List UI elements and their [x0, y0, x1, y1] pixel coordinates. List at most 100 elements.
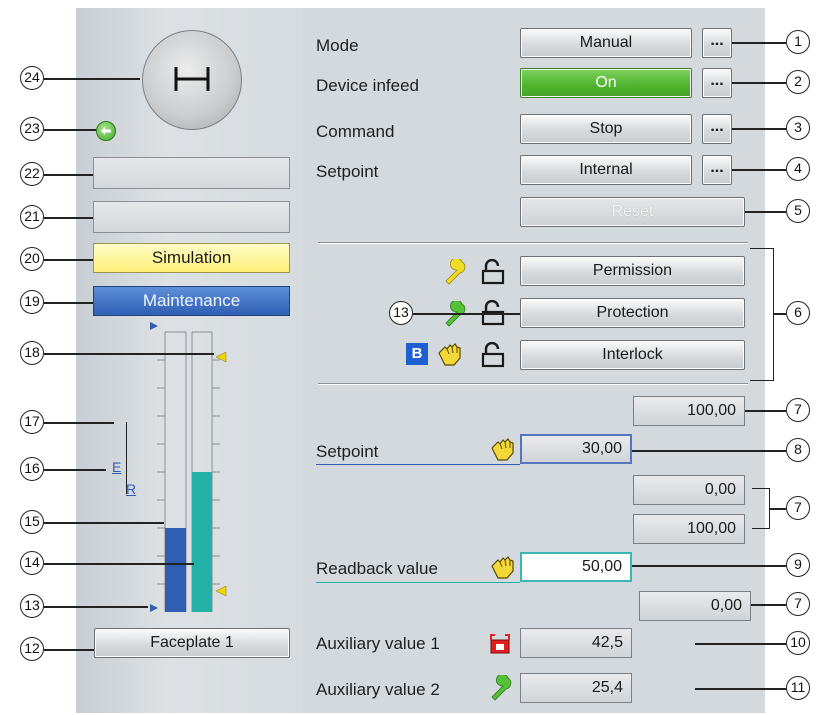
reset-button[interactable]: Reset	[520, 197, 745, 227]
callout-line	[44, 129, 96, 131]
command-label: Command	[316, 122, 395, 141]
callout-23: 23	[20, 117, 44, 141]
callout-line	[44, 174, 93, 176]
callout-line	[44, 217, 93, 219]
mode-more-button[interactable]: ...	[702, 28, 732, 58]
callout-line	[732, 82, 786, 84]
range-high-marker	[150, 322, 158, 330]
callout-7: 7	[786, 398, 810, 422]
callout-7: 7	[786, 496, 810, 520]
callout-11: 11	[786, 676, 810, 700]
callout-13: 13	[389, 301, 413, 325]
mode-label: Mode	[316, 36, 359, 55]
setpoint-input[interactable]: 30,00	[520, 434, 632, 464]
callout-line	[732, 128, 786, 130]
callout-line	[745, 410, 786, 412]
readback-high-limit: 100,00	[633, 514, 745, 544]
setpoint-label[interactable]: Setpoint	[316, 442, 378, 462]
callout-line	[732, 169, 786, 171]
readback-value-field[interactable]: 50,00	[520, 552, 632, 582]
callout-line	[44, 302, 93, 304]
callout-line	[44, 422, 114, 424]
callout-5: 5	[786, 199, 810, 223]
callout-line	[751, 604, 786, 606]
faceplate-1-button[interactable]: Faceplate 1	[94, 628, 290, 658]
aux-value-1-field: 42,5	[520, 628, 632, 658]
callout-22: 22	[20, 162, 44, 186]
setpoint-source-label: Setpoint	[316, 162, 379, 181]
limit-low-marker	[215, 585, 227, 597]
setpoint-source-more-button[interactable]: ...	[702, 155, 732, 185]
callout-6: 6	[786, 301, 810, 325]
divider-top	[318, 243, 748, 244]
callout-line	[632, 565, 786, 567]
callout-bracket-7	[752, 488, 770, 529]
manual-hand-icon	[491, 438, 514, 461]
maintenance-wrench-icon	[445, 259, 466, 285]
command-more-button[interactable]: ...	[702, 114, 732, 144]
callout-15: 15	[20, 510, 44, 534]
readback-low-limit: 0,00	[633, 475, 745, 505]
callout-line	[770, 508, 786, 510]
status-display-22	[93, 157, 290, 189]
lock-open-icon	[481, 342, 505, 368]
aux-value-2-label: Auxiliary value 2	[316, 680, 440, 699]
setpoint-source-button[interactable]: Internal	[520, 155, 692, 185]
range-low-marker	[150, 604, 158, 612]
callout-line	[44, 563, 194, 565]
tank-icon	[490, 634, 510, 654]
callout-13: 13	[20, 594, 44, 618]
manual-hand-icon	[438, 343, 461, 366]
setpoint-underline	[316, 464, 520, 465]
command-button[interactable]: Stop	[520, 114, 692, 144]
callout-line	[732, 42, 786, 44]
lock-open-icon	[481, 259, 505, 285]
callout-line	[44, 469, 106, 471]
setpoint-bar	[165, 528, 186, 612]
protection-button[interactable]: Protection	[520, 298, 745, 328]
callout-line	[44, 522, 164, 524]
bypass-badge: B	[406, 343, 428, 365]
link-status-icon[interactable]	[96, 121, 116, 141]
callout-line	[632, 450, 786, 452]
interlock-button[interactable]: Interlock	[520, 340, 745, 370]
device-state-button[interactable]	[142, 30, 242, 130]
maintenance-indicator[interactable]: Maintenance	[93, 286, 290, 316]
readback-bar	[192, 472, 212, 612]
mode-button[interactable]: Manual	[520, 28, 692, 58]
manual-hand-icon	[491, 556, 514, 579]
aux-value-1-label: Auxiliary value 1	[316, 634, 440, 653]
callout-9: 9	[786, 553, 810, 577]
callout-line	[413, 313, 520, 315]
callout-12: 12	[20, 637, 44, 661]
callout-14: 14	[20, 551, 44, 575]
callout-1: 1	[786, 30, 810, 54]
valve-stop-icon	[174, 67, 210, 91]
callout-line	[44, 78, 140, 80]
callout-line	[113, 422, 127, 494]
callout-line	[44, 606, 148, 608]
device-infeed-label: Device infeed	[316, 76, 420, 95]
callout-10: 10	[786, 631, 810, 655]
readback-underline	[316, 582, 520, 583]
bar-graph	[150, 322, 227, 612]
callout-19: 19	[20, 290, 44, 314]
setpoint-high-limit: 100,00	[633, 396, 745, 426]
setpoint-low-limit: 0,00	[639, 591, 751, 621]
callout-line	[695, 688, 786, 690]
simulation-indicator[interactable]: Simulation	[93, 243, 290, 273]
wrench-icon	[491, 675, 512, 701]
bar-label-r[interactable]: R	[126, 481, 136, 497]
device-infeed-more-button[interactable]: ...	[702, 68, 732, 98]
callout-16: 16	[20, 457, 44, 481]
callout-2: 2	[786, 70, 810, 94]
readback-label[interactable]: Readback value	[316, 559, 438, 579]
permission-button[interactable]: Permission	[520, 256, 745, 286]
device-infeed-button[interactable]: On	[520, 68, 692, 98]
callout-line	[44, 353, 214, 355]
callout-line	[44, 259, 93, 261]
callout-24: 24	[20, 66, 44, 90]
callout-8: 8	[786, 438, 810, 462]
callout-18: 18	[20, 341, 44, 365]
callout-line	[44, 649, 94, 651]
